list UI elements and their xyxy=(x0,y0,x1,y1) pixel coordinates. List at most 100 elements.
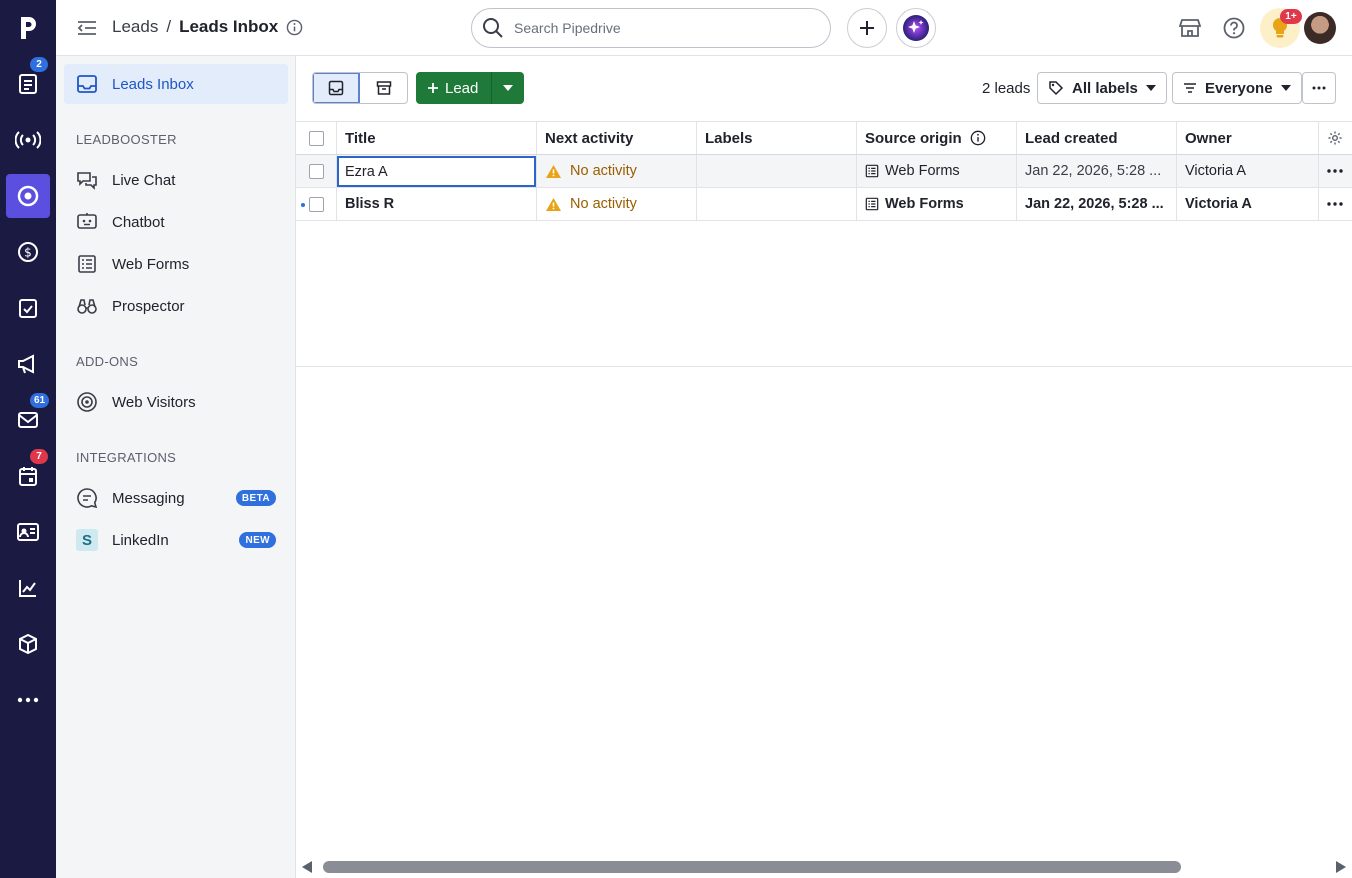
sidebar-item-leads-inbox[interactable]: Leads Inbox xyxy=(64,64,288,104)
tag-icon xyxy=(1049,81,1064,96)
sidebar-item-label: Leads Inbox xyxy=(112,75,194,93)
caret-down-icon xyxy=(503,85,514,91)
column-next-activity[interactable]: Next activity xyxy=(537,122,697,154)
archive-view-button[interactable] xyxy=(360,73,407,103)
row-checkbox[interactable] xyxy=(308,196,324,212)
contacts-icon[interactable] xyxy=(6,510,50,554)
quick-add-button[interactable] xyxy=(847,8,887,48)
pipedrive-logo[interactable] xyxy=(0,0,56,56)
scroll-right-arrow-icon[interactable] xyxy=(1334,860,1348,874)
labels-filter-button[interactable]: All labels xyxy=(1037,72,1167,104)
horizontal-scrollbar[interactable] xyxy=(296,856,1352,878)
sidebar-item-web-forms[interactable]: Web Forms xyxy=(64,244,288,284)
marketplace-icon[interactable] xyxy=(1176,14,1204,42)
gear-icon xyxy=(1328,131,1342,145)
top-bar: Leads / Leads Inbox 1+ xyxy=(56,0,1352,56)
sidebar-item-live-chat[interactable]: Live Chat xyxy=(64,160,288,200)
info-icon[interactable] xyxy=(286,19,303,36)
next-activity-cell[interactable]: No activity xyxy=(537,188,697,220)
sidebar-item-label: Chatbot xyxy=(112,213,165,231)
owner-cell[interactable]: Victoria A xyxy=(1177,188,1319,220)
section-integrations: INTEGRATIONS xyxy=(76,450,177,465)
leads-sidebar: Leads Inbox LEADBOOSTER Live Chat Chatbo… xyxy=(56,56,296,878)
search-bar[interactable] xyxy=(471,8,831,48)
form-icon xyxy=(865,197,879,211)
sidebar-item-label: Live Chat xyxy=(112,171,176,189)
collapse-menu-icon[interactable] xyxy=(76,18,98,38)
table-row[interactable]: Bliss R No activity Web Forms Jan 22, 20… xyxy=(296,188,1352,221)
column-labels[interactable]: Labels xyxy=(697,122,857,154)
labels-cell[interactable] xyxy=(697,188,857,220)
new-badge: NEW xyxy=(239,532,276,548)
caret-down-icon xyxy=(1280,85,1291,91)
form-icon xyxy=(865,164,879,178)
row-actions-button[interactable] xyxy=(1318,188,1352,220)
info-icon[interactable] xyxy=(970,130,986,146)
add-lead-dropdown[interactable] xyxy=(492,72,525,104)
linkedin-s-icon: S xyxy=(76,529,98,551)
tasks-icon[interactable] xyxy=(6,286,50,330)
radar-icon xyxy=(76,391,98,413)
sidebar-item-linkedin[interactable]: S LinkedIn NEW xyxy=(64,520,288,560)
page-title: Leads Inbox xyxy=(179,17,279,36)
warning-icon xyxy=(546,197,561,211)
archive-icon xyxy=(376,81,391,95)
scrollbar-thumb[interactable] xyxy=(323,861,1181,873)
leads-icon[interactable] xyxy=(6,174,50,218)
deals-icon[interactable]: $ xyxy=(6,230,50,274)
ai-assistant-button[interactable] xyxy=(896,8,936,48)
owner-cell[interactable]: Victoria A xyxy=(1177,155,1319,187)
next-activity-cell[interactable]: No activity xyxy=(537,155,697,187)
broadcast-icon[interactable] xyxy=(6,118,50,162)
scroll-left-arrow-icon[interactable] xyxy=(300,860,314,874)
column-settings[interactable] xyxy=(1318,122,1352,154)
insights-icon[interactable] xyxy=(6,566,50,610)
sidebar-item-prospector[interactable]: Prospector xyxy=(64,286,288,326)
column-source-origin-label: Source origin xyxy=(865,129,962,147)
mail-badge: 61 xyxy=(30,393,50,408)
column-title[interactable]: Title xyxy=(337,122,537,154)
inbox-view-button[interactable] xyxy=(313,73,361,103)
sidebar-item-chatbot[interactable]: Chatbot xyxy=(64,202,288,242)
calendar-badge: 7 xyxy=(30,449,48,464)
add-lead-button[interactable]: Lead xyxy=(416,72,493,104)
column-owner[interactable]: Owner xyxy=(1177,122,1319,154)
sidebar-item-web-visitors[interactable]: Web Visitors xyxy=(64,382,288,422)
avatar[interactable] xyxy=(1304,12,1336,44)
title-cell[interactable]: Bliss R xyxy=(337,188,537,220)
section-addons: ADD-ONS xyxy=(76,354,139,369)
sidebar-item-messaging[interactable]: Messaging BETA xyxy=(64,478,288,518)
table-row[interactable]: Ezra A No activity Web Forms Jan 22, 202… xyxy=(296,155,1352,188)
column-lead-created[interactable]: Lead created xyxy=(1017,122,1177,154)
plus-icon xyxy=(860,21,874,35)
search-icon xyxy=(482,17,504,39)
next-activity-text: No activity xyxy=(570,163,637,179)
message-icon xyxy=(76,487,98,509)
add-lead-button-group: Lead xyxy=(416,72,525,104)
plus-icon xyxy=(428,83,438,93)
more-actions-button[interactable] xyxy=(1302,72,1336,104)
search-input[interactable] xyxy=(514,20,814,36)
row-actions-button[interactable] xyxy=(1318,155,1352,187)
chat-bubbles-icon xyxy=(76,169,98,191)
owner-filter-label: Everyone xyxy=(1205,79,1273,97)
inbox-icon xyxy=(328,80,344,96)
source-text: Web Forms xyxy=(885,163,960,179)
view-toggle xyxy=(312,72,408,104)
row-checkbox[interactable] xyxy=(308,163,324,179)
products-icon[interactable] xyxy=(6,622,50,666)
row-select-cell xyxy=(296,155,337,187)
help-icon[interactable] xyxy=(1220,14,1248,42)
sparkle-icon xyxy=(903,15,929,41)
owner-filter-button[interactable]: Everyone xyxy=(1172,72,1302,104)
column-source-origin[interactable]: Source origin xyxy=(857,122,1017,154)
caret-down-icon xyxy=(1145,85,1156,91)
breadcrumb-leads[interactable]: Leads xyxy=(112,17,158,37)
select-all-cell xyxy=(296,122,337,154)
app-rail: 2 $ 61 7 xyxy=(0,0,56,878)
campaigns-icon[interactable] xyxy=(6,342,50,386)
labels-cell[interactable] xyxy=(697,155,857,187)
select-all-checkbox[interactable] xyxy=(308,130,324,146)
more-apps-icon[interactable] xyxy=(6,678,50,722)
title-cell-editor[interactable]: Ezra A xyxy=(337,156,536,187)
